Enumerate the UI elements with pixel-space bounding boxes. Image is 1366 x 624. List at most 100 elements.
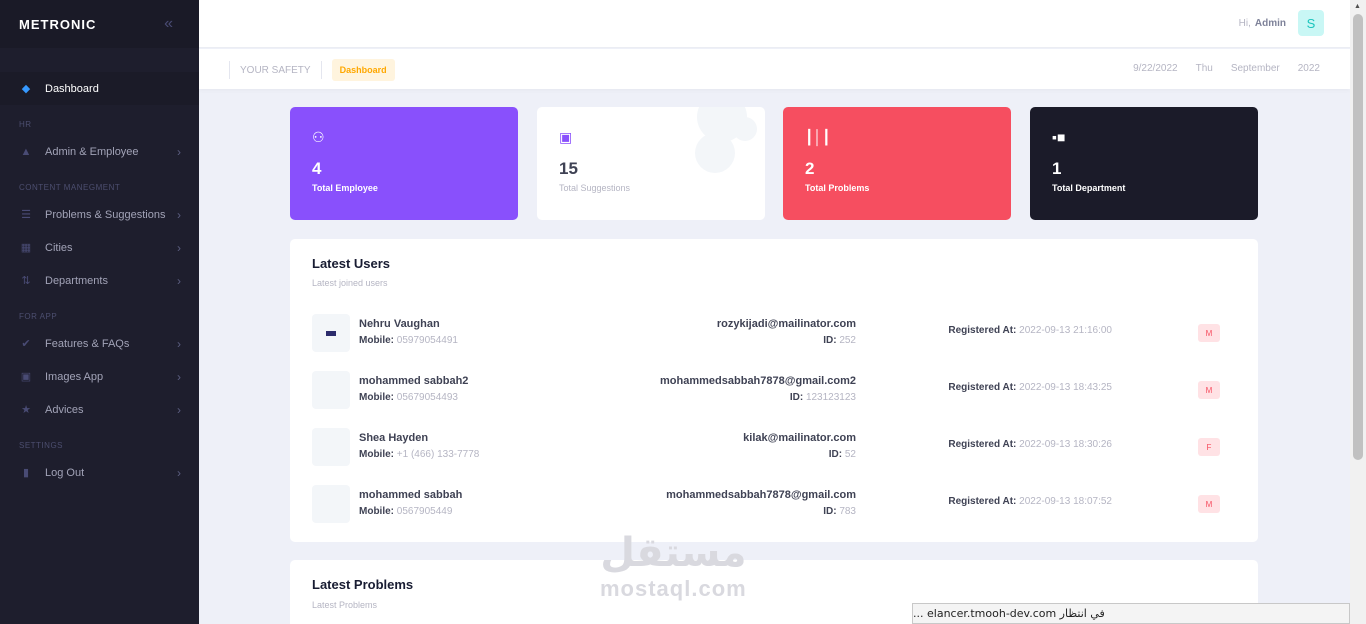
sidebar-item-logout[interactable]: ▮ Log Out › [0,456,199,489]
table-row[interactable]: mohammed sabbah2 Mobile: 05679054493 moh… [312,371,1228,409]
sort-icon: ⇅ [21,275,31,287]
sidebar-item-label: Departments [45,274,108,287]
chevron-right-icon: › [177,402,181,417]
stat-card-employee[interactable]: ⚇ 4 Total Employee [290,107,518,220]
divider [320,61,322,79]
scroll-thumb[interactable] [1353,14,1363,460]
sidebar-item-label: Admin & Employee [45,145,139,158]
panel-title: Latest Problems [312,577,414,592]
user-email: mohammedsabbah7878@gmail.com2 [660,375,856,387]
user-toggle[interactable]: Hi, Admin S [1239,10,1324,36]
page-scrollbar[interactable]: ▲ [1350,0,1366,624]
id-label: ID: [789,392,804,403]
panel-subtitle: Latest joined users [312,278,388,288]
section-content-management: CONTENT MANEGMENT [19,183,121,192]
stat-value: 2 [805,159,815,178]
chat-icon: ▪■ [1052,129,1066,145]
chevron-right-icon: › [177,465,181,480]
id-label: ID: [823,506,837,517]
chevron-right-icon: › [177,207,181,222]
brand-logo[interactable]: METRONIC [19,17,96,32]
subheader: YOUR SAFETY Dashboard 9/22/2022 Thu Sept… [199,49,1350,89]
sidebar-item-features[interactable]: ✔ Features & FAQs › [0,327,199,360]
user-email: mohammedsabbah7878@gmail.com [666,489,856,501]
layers-icon: ☰ [21,209,31,221]
section-settings: SETTINGS [19,441,64,450]
sidebar-item-advices[interactable]: ★ Advices › [0,393,199,426]
sidebar-item-departments[interactable]: ⇅ Departments › [0,264,199,297]
sidebar-item-images[interactable]: ▣ Images App › [0,360,199,393]
id-label: ID: [828,449,843,460]
user-email: rozykijadi@mailinator.com [716,318,856,330]
date-text: 9/22/2022 [1133,63,1178,74]
gender-badge: M [1198,324,1220,342]
gender-badge: F [1198,438,1220,456]
registered-value: 2022-09-13 21:16:00 [1019,325,1112,336]
decorative-bubble [733,117,757,141]
id-value: 52 [844,449,856,460]
scroll-up-icon[interactable]: ▲ [1354,3,1361,10]
sidebar-item-problems[interactable]: ☰ Problems & Suggestions › [0,198,199,231]
id-label: ID: [823,335,837,346]
browser-status-bar: في انتظار elancer.tmooh-dev.com ... [912,603,1350,624]
table-row[interactable]: mohammed sabbah Mobile: 0567905449 moham… [312,485,1228,523]
sidebar-item-label: Cities [45,241,73,254]
mobile-label: Mobile: [359,392,394,403]
user-thumbnail [312,371,350,409]
panel-subtitle: Latest Problems [312,600,378,610]
user-thumbnail [312,314,350,352]
user-id: ID: 52 [829,449,856,460]
user-registered: Registered At: 2022-09-13 18:30:26 [948,439,1112,450]
mobile-value: 05679054493 [396,392,458,403]
latest-users-panel: Latest Users Latest joined users Nehru V… [290,239,1258,542]
barcode-icon: ┃│┃ [805,129,831,145]
stat-card-department[interactable]: ▪■ 1 Total Department [1030,107,1258,220]
day-text: Thu [1195,63,1213,74]
user-id: ID: 252 [823,335,856,346]
mobile-value: 0567905449 [396,506,453,517]
greeting-text: Hi, [1238,17,1251,29]
chevron-right-icon: › [177,240,181,255]
users-icon: ⚇ [312,129,325,145]
stat-label: Total Problems [805,183,870,193]
mobile-label: Mobile: [359,335,394,346]
stat-label: Total Employee [312,183,378,193]
registered-label: Registered At: [948,439,1017,450]
panel-title: Latest Users [312,256,391,271]
user-id: ID: 783 [823,506,856,517]
sidebar-item-dashboard[interactable]: ◆ Dashboard [0,72,199,105]
stat-card-problems[interactable]: ┃│┃ 2 Total Problems [783,107,1011,220]
gender-badge: M [1198,495,1220,513]
mobile-value: +1 (466) 133-7778 [396,449,480,460]
section-for-app: FOR APP [19,312,58,321]
chevron-right-icon: › [177,273,181,288]
table-row[interactable]: Nehru Vaughan Mobile: 05979054491 rozyki… [312,314,1228,352]
sidebar-item-cities[interactable]: ▦ Cities › [0,231,199,264]
avatar[interactable]: S [1298,10,1324,36]
user-mobile: Mobile: +1 (466) 133-7778 [359,449,479,460]
registered-label: Registered At: [948,382,1017,393]
user-name: mohammed sabbah2 [359,375,469,387]
sidebar-item-label: Dashboard [45,82,99,95]
sidebar-item-label: Images App [45,370,104,383]
divider [229,61,230,79]
logout-icon: ▮ [22,467,30,479]
date-display: 9/22/2022 Thu September 2022 [1133,63,1320,74]
user-name: Shea Hayden [359,432,429,444]
chevron-right-icon: › [177,369,181,384]
stat-card-suggestions[interactable]: ▣ 15 Total Suggestions [537,107,765,220]
mobile-value: 05979054491 [396,335,458,346]
mobile-label: Mobile: [359,449,394,460]
user-registered: Registered At: 2022-09-13 18:07:52 [948,496,1112,507]
building-icon: ▦ [20,242,32,254]
stat-value: 4 [312,159,322,178]
sidebar-item-admin-employee[interactable]: ▲ Admin & Employee › [0,135,199,168]
user-name: mohammed sabbah [359,489,463,501]
id-value: 252 [839,335,856,346]
user-registered: Registered At: 2022-09-13 21:16:00 [948,325,1112,336]
stat-label: Total Department [1052,183,1126,193]
breadcrumb-dashboard[interactable]: Dashboard [331,59,395,81]
chevron-right-icon: › [177,336,181,351]
collapse-sidebar-icon[interactable]: « [164,15,173,33]
table-row[interactable]: Shea Hayden Mobile: +1 (466) 133-7778 ki… [312,428,1228,466]
